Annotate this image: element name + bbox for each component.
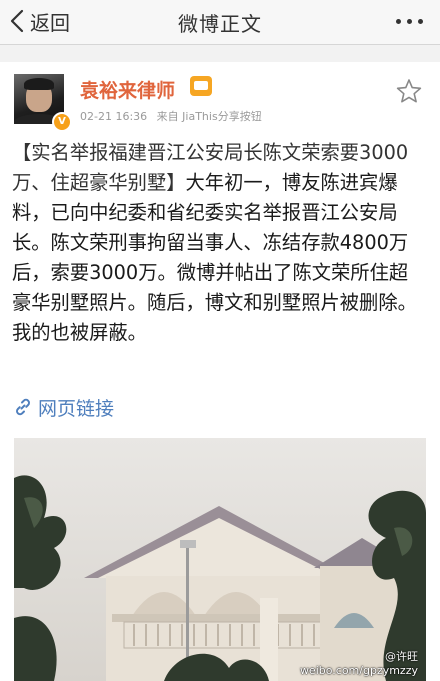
post-photo[interactable]: @许旺 weibo.com/gpzymzzy [14,438,426,681]
post-meta: 02-21 16:36 来自 JiaThis分享按钮 [80,108,262,124]
verified-badge: V [52,112,72,132]
web-link[interactable]: 网页链接 [14,394,114,420]
member-badge-icon[interactable] [190,76,212,96]
source-prefix: 来自 [156,110,179,123]
more-dots-icon [396,19,401,24]
page-title: 微博正文 [178,12,262,36]
watermark-user: @许旺 [385,650,418,663]
post-time: 02-21 16:36 [80,110,148,123]
villa-photo [14,438,426,681]
star-outline-icon [396,79,422,103]
author-name[interactable]: 袁裕来律师 [80,76,175,103]
post-source: JiaThis分享按钮 [182,110,262,123]
favorite-button[interactable] [396,78,422,104]
more-dots-icon [407,19,412,24]
more-dots-icon [418,19,423,24]
nav-bar: 返回 微博正文 [0,0,440,45]
web-link-label: 网页链接 [38,397,115,420]
watermark-url: weibo.com/gpzymzzy [299,664,418,677]
post-text: 【实名举报福建晋江公安局长陈文荣索要3000万、住超豪华别墅】大年初一，博友陈进… [12,138,426,348]
more-button[interactable] [394,11,426,33]
post-body: 大年初一，博友陈进宾爆料，已向中纪委和省纪委实名举报晋江公安局长。陈文荣刑事拘留… [12,171,417,344]
post-card: V 袁裕来律师 02-21 16:36 来自 JiaThis分享按钮 【实名举报… [0,62,440,681]
photo-watermark: @许旺 weibo.com/gpzymzzy [300,648,418,677]
link-icon [16,398,30,416]
